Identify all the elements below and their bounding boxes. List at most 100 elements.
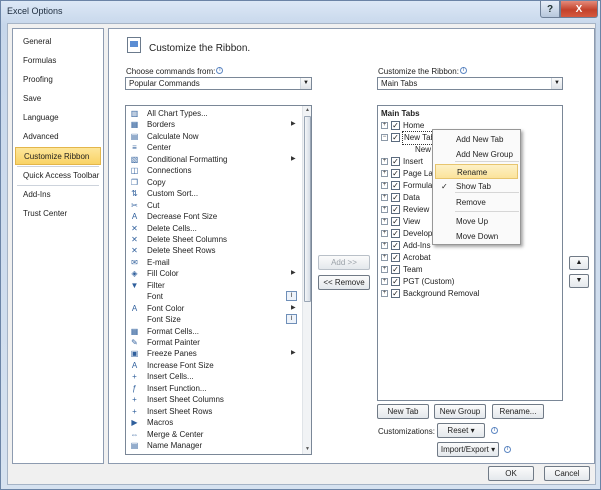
nav-item-customize-ribbon[interactable]: Customize Ribbon <box>15 147 101 165</box>
command-item[interactable]: Font <box>128 291 288 302</box>
expand-icon[interactable]: + <box>381 278 388 285</box>
remove-button[interactable]: << Remove <box>318 275 370 290</box>
command-item[interactable]: ⇅ Custom Sort... <box>128 188 288 199</box>
expand-icon[interactable]: + <box>381 230 388 237</box>
tab-checkbox[interactable]: ✓ <box>391 157 400 166</box>
tab-checkbox[interactable]: ✓ <box>391 265 400 274</box>
command-item[interactable]: ✕ Delete Sheet Rows <box>128 245 288 256</box>
reset-button[interactable]: Reset ▾ <box>437 423 485 438</box>
command-item[interactable]: A Font Color <box>128 303 288 314</box>
expand-icon[interactable]: + <box>381 290 388 297</box>
command-item[interactable]: ▶ Macros <box>128 417 288 428</box>
command-item[interactable]: ◈ Fill Color <box>128 268 288 279</box>
command-item[interactable]: ▤ Name Manager <box>128 440 288 451</box>
scroll-up-icon[interactable]: ▲ <box>303 106 311 115</box>
command-item[interactable]: ▥ All Chart Types... <box>128 108 288 119</box>
collapse-icon[interactable]: − <box>381 134 388 141</box>
expand-icon[interactable]: + <box>381 218 388 225</box>
menu-item-remove[interactable]: Remove <box>435 195 518 210</box>
expand-icon[interactable]: + <box>381 206 388 213</box>
cancel-button[interactable]: Cancel <box>544 466 590 481</box>
command-item[interactable]: ▦ Format Cells... <box>128 326 288 337</box>
tree-tab-item[interactable]: + ✓ Acrobat <box>378 252 558 264</box>
tree-tab-item[interactable]: + ✓ Background Removal <box>378 288 558 300</box>
help-button[interactable]: ? <box>540 1 560 18</box>
menu-item-rename[interactable]: Rename <box>435 164 518 179</box>
ok-button[interactable]: OK <box>488 466 534 481</box>
expand-icon[interactable]: + <box>381 170 388 177</box>
expand-icon[interactable]: + <box>381 266 388 273</box>
command-item[interactable]: ✕ Delete Cells... <box>128 223 288 234</box>
nav-item-advanced[interactable]: Advanced <box>15 128 101 146</box>
command-item[interactable]: ✎ Format Painter <box>128 337 288 348</box>
command-item[interactable]: ƒ Insert Function... <box>128 383 288 394</box>
new-tab-button[interactable]: New Tab <box>377 404 429 419</box>
command-item[interactable]: ▼ Filter <box>128 280 288 291</box>
command-item[interactable]: + Insert Cells... <box>128 371 288 382</box>
tab-checkbox[interactable]: ✓ <box>391 121 400 130</box>
rename-button[interactable]: Rename... <box>492 404 544 419</box>
command-item[interactable]: ✂ Cut <box>128 200 288 211</box>
command-item[interactable]: A Decrease Font Size <box>128 211 288 222</box>
nav-item-general[interactable]: General <box>15 33 101 51</box>
nav-item-language[interactable]: Language <box>15 109 101 127</box>
command-item[interactable]: + Insert Sheet Columns <box>128 394 288 405</box>
close-button[interactable]: X <box>560 1 598 18</box>
menu-item-add-new-group[interactable]: Add New Group <box>435 147 518 162</box>
tab-checkbox[interactable]: ✓ <box>391 241 400 250</box>
command-item[interactable]: ▦ Borders <box>128 119 288 130</box>
tab-checkbox[interactable]: ✓ <box>391 253 400 262</box>
expand-icon[interactable]: + <box>381 254 388 261</box>
menu-item-move-up[interactable]: Move Up <box>435 214 518 229</box>
command-item[interactable]: ▧ Conditional Formatting <box>128 154 288 165</box>
command-item[interactable]: A Increase Font Size <box>128 360 288 371</box>
tab-checkbox[interactable]: ✓ <box>391 289 400 298</box>
command-item[interactable]: ▤ Calculate Now <box>128 131 288 142</box>
tab-checkbox[interactable]: ✓ <box>391 181 400 190</box>
nav-item-save[interactable]: Save <box>15 90 101 108</box>
command-item[interactable]: ▣ Freeze Panes <box>128 348 288 359</box>
nav-item-trust-center[interactable]: Trust Center <box>15 205 101 223</box>
menu-item-move-down[interactable]: Move Down <box>435 229 518 244</box>
command-item[interactable]: ⇔ Merge & Center <box>128 429 288 440</box>
menu-item-add-new-tab[interactable]: Add New Tab <box>435 132 518 147</box>
menu-item-show-tab[interactable]: ✓ Show Tab <box>435 179 518 194</box>
tree-tab-item[interactable]: + ✓ Team <box>378 264 558 276</box>
command-item[interactable]: ❐ Copy <box>128 177 288 188</box>
expand-icon[interactable]: + <box>381 158 388 165</box>
command-item[interactable]: ▯ New <box>128 452 288 455</box>
import-export-button[interactable]: Import/Export ▾ <box>437 442 499 457</box>
commands-scrollbar[interactable]: ▲ ▼ <box>302 106 311 454</box>
tab-checkbox[interactable]: ✓ <box>391 205 400 214</box>
tab-checkbox[interactable]: ✓ <box>391 133 400 142</box>
tab-checkbox[interactable]: ✓ <box>391 277 400 286</box>
expand-icon[interactable]: + <box>381 122 388 129</box>
commands-source-dropdown[interactable]: Popular Commands ▼ <box>125 77 312 90</box>
expand-icon[interactable]: + <box>381 194 388 201</box>
command-item[interactable]: ≡ Center <box>128 142 288 153</box>
tree-tab-item[interactable]: + ✓ PGT (Custom) <box>378 276 558 288</box>
scroll-thumb[interactable] <box>304 116 311 302</box>
tab-checkbox[interactable]: ✓ <box>391 217 400 226</box>
expand-icon[interactable]: + <box>381 182 388 189</box>
command-item[interactable]: + Insert Sheet Rows <box>128 406 288 417</box>
ribbon-tabs-dropdown[interactable]: Main Tabs ▼ <box>377 77 563 90</box>
scroll-down-icon[interactable]: ▼ <box>303 445 311 454</box>
move-down-button[interactable]: ▼ <box>569 274 589 288</box>
new-group-button[interactable]: New Group <box>434 404 486 419</box>
tab-checkbox[interactable]: ✓ <box>391 229 400 238</box>
command-item[interactable]: ✕ Delete Sheet Columns <box>128 234 288 245</box>
command-item[interactable]: Font Size <box>128 314 288 325</box>
tab-checkbox[interactable]: ✓ <box>391 169 400 178</box>
expand-icon[interactable]: + <box>381 242 388 249</box>
command-item[interactable]: ◫ Connections <box>128 165 288 176</box>
commands-list[interactable]: ▥ All Chart Types... ▦ Borders ▶ ▤ Calculate N… <box>125 105 312 455</box>
nav-item-quick-access-toolbar[interactable]: Quick Access Toolbar <box>15 167 101 185</box>
nav-item-proofing[interactable]: Proofing <box>15 71 101 89</box>
tab-checkbox[interactable]: ✓ <box>391 193 400 202</box>
add-button[interactable]: Add >> <box>318 255 370 270</box>
nav-item-add-ins[interactable]: Add-Ins <box>15 186 101 204</box>
nav-item-formulas[interactable]: Formulas <box>15 52 101 70</box>
move-up-button[interactable]: ▲ <box>569 256 589 270</box>
command-item[interactable]: ✉ E-mail <box>128 257 288 268</box>
